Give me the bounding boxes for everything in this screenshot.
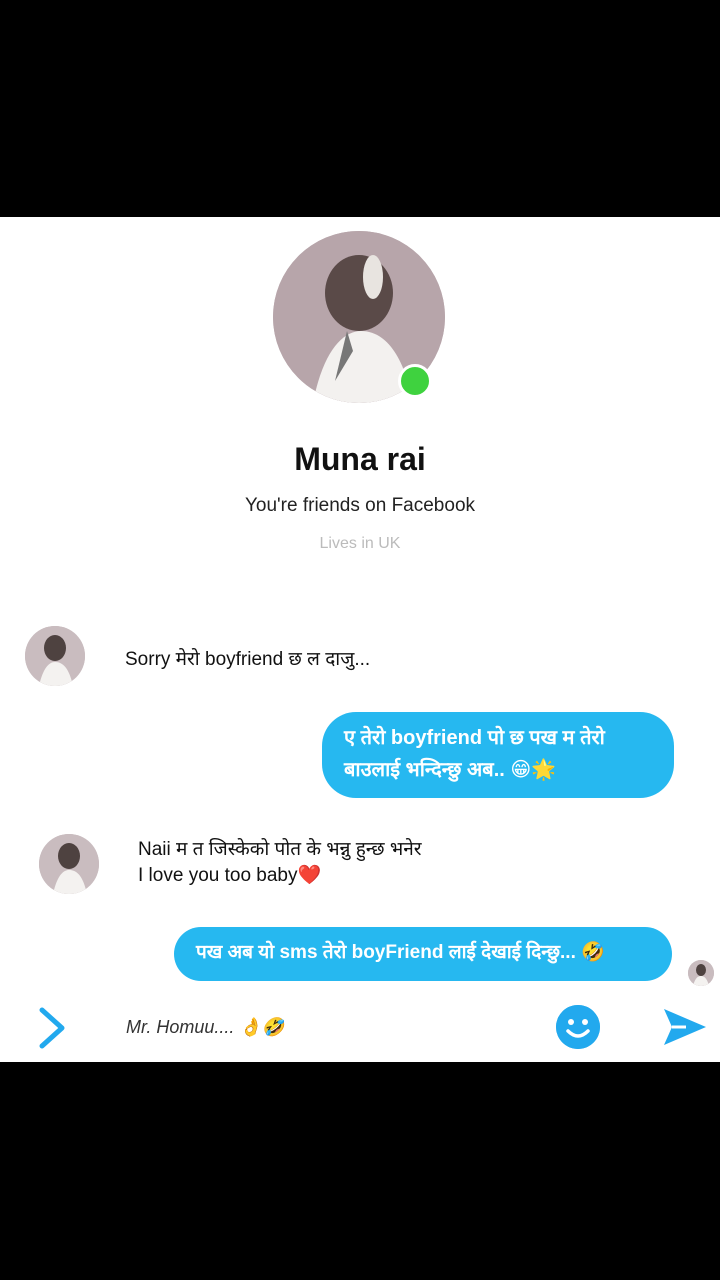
read-receipt-avatar (688, 960, 714, 986)
emoji-icon (556, 1005, 600, 1049)
message-input-emojis: 👌🤣 (239, 1017, 285, 1037)
profile-name: Muna rai (294, 441, 426, 477)
read-receipt-image (688, 960, 714, 986)
chevron-right-icon[interactable] (36, 1006, 68, 1050)
message-line: बाउलाई भन्दिन्छु अब.. 😁🌟 (344, 759, 557, 781)
friends-status: You're friends on Facebook (244, 495, 476, 516)
message-line: ए तेरो boyfriend पो छ पख म तेरो (344, 727, 605, 749)
send-icon[interactable] (662, 1006, 708, 1048)
outgoing-message-bubble[interactable]: पख अब यो sms तेरो boyFriend लाई देखाई दि… (174, 927, 672, 981)
sender-avatar-image (25, 626, 85, 686)
sender-avatar-image (39, 834, 99, 894)
chat-screen: Muna rai You're friends on Facebook Live… (0, 217, 720, 1062)
message-text: पख अब यो sms तेरो boyFriend लाई देखाई दि… (196, 942, 605, 963)
message-line: I love you too baby❤️ (138, 865, 322, 886)
sender-avatar[interactable] (25, 626, 85, 686)
emoji-button[interactable] (556, 1005, 600, 1049)
message-composer: Mr. Homuu.... 👌🤣 (0, 992, 720, 1062)
message-input[interactable]: Mr. Homuu.... 👌🤣 (126, 1017, 284, 1038)
message-input-text: Mr. Homuu.... (126, 1017, 235, 1037)
outgoing-message-bubble[interactable]: ए तेरो boyfriend पो छ पख म तेरो बाउलाई भ… (322, 712, 674, 798)
incoming-message[interactable]: Sorry मेरो boyfriend छ ल दाजु... (125, 647, 370, 673)
incoming-message[interactable]: Naii म त जिस्केको पोत के भन्नु हुन्छ भने… (138, 837, 422, 889)
sender-avatar[interactable] (39, 834, 99, 894)
location-info: Lives in UK (319, 535, 401, 552)
message-line: Naii म त जिस्केको पोत के भन्नु हुन्छ भने… (138, 839, 422, 860)
online-status-dot (398, 364, 432, 398)
